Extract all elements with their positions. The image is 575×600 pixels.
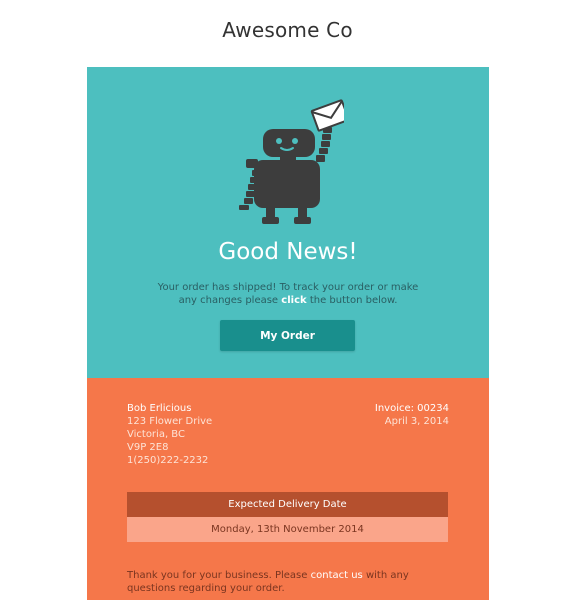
message-emphasis: click — [281, 295, 307, 306]
customer-address: Bob Erlicious 123 Flower Drive Victoria,… — [127, 402, 212, 467]
customer-phone: 1(250)222-2232 — [127, 455, 209, 466]
my-order-button[interactable]: My Order — [220, 320, 355, 351]
invoice-number: Invoice: 00234 — [374, 403, 449, 414]
delivery-heading: Expected Delivery Date — [127, 492, 448, 517]
robot-envelope-icon — [239, 99, 344, 224]
headline: Good News! — [218, 239, 358, 265]
brand-title: Awesome Co — [222, 18, 353, 42]
order-details-section: Bob Erlicious 123 Flower Drive Victoria,… — [87, 378, 489, 600]
customer-name: Bob Erlicious — [127, 403, 192, 414]
customer-city: Victoria, BC — [127, 429, 185, 440]
customer-street: 123 Flower Drive — [127, 416, 213, 427]
delivery-date: Monday, 13th November 2014 — [127, 517, 448, 542]
customer-postal: V9P 2E8 — [127, 442, 169, 453]
footer-text: Thank you for your business. Please — [127, 570, 308, 581]
footer-note: Thank you for your business. Please cont… — [127, 569, 457, 595]
shipping-message: Your order has shipped! To track your or… — [157, 281, 419, 307]
hero-section: Good News! Your order has shipped! To tr… — [87, 67, 489, 378]
email-card: Good News! Your order has shipped! To tr… — [87, 67, 489, 600]
message-text-end: the button below. — [309, 295, 398, 306]
contact-us-link[interactable]: contact us — [311, 570, 363, 581]
invoice-info: Invoice: 00234 April 3, 2014 — [375, 402, 449, 428]
invoice-date: April 3, 2014 — [384, 416, 449, 427]
